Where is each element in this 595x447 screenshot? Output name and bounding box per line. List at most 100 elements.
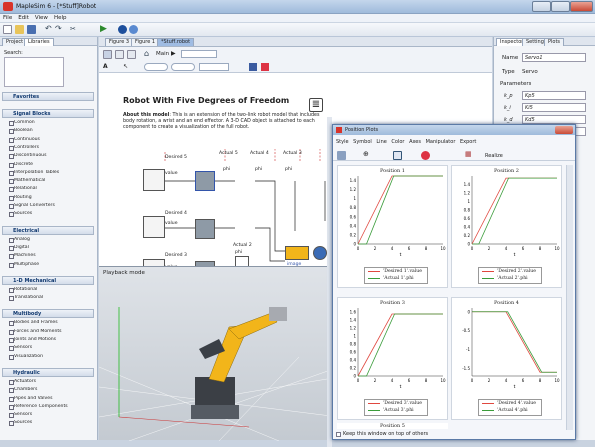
joint-block[interactable] (313, 246, 327, 260)
minimize-button[interactable] (532, 1, 551, 12)
tab-plots[interactable]: Plots (544, 38, 565, 46)
library-item[interactable]: Digital (9, 245, 93, 251)
library-item[interactable]: Bodies and Frames (9, 320, 93, 327)
plot-cell[interactable]: Position 2 0 0.2 0.4 0.6 0.8 1 1.2 1.4 0 2 4 6 8 10 t 'D… (451, 165, 562, 288)
name-field[interactable]: Servo1 (522, 53, 586, 62)
doc-menu-icon[interactable]: ≣ (309, 98, 323, 112)
plot-cell[interactable]: Position 3 0 0.2 0.4 0.6 0.8 1 1.2 1.4 1.6 0 2 4 6 8 10… (337, 297, 448, 420)
plot-menu-export[interactable]: Export (460, 139, 476, 145)
library-group-header[interactable]: Favorites (2, 92, 94, 101)
library-item[interactable]: Joints and Motions (9, 337, 93, 343)
open-icon[interactable] (15, 25, 24, 34)
library-group-header[interactable]: Multibody (2, 309, 94, 319)
plot-scrollbar[interactable] (566, 165, 573, 430)
zoom-dropdown[interactable] (181, 50, 217, 58)
plot-menu-line[interactable]: Line (376, 139, 386, 145)
library-item[interactable]: Sensors (9, 412, 93, 419)
home-icon[interactable]: ⌂ (144, 50, 153, 59)
arrow-dropdown[interactable] (199, 63, 229, 71)
plot-pan-icon[interactable] (393, 151, 402, 160)
plot-menu-style[interactable]: Style (336, 139, 349, 145)
library-item[interactable]: Discrete (9, 162, 93, 168)
plot-cell[interactable]: Position 1 0 0.2 0.4 0.6 0.8 1 1.2 1.4 0 2 4 6 8 10 t 'D… (337, 165, 448, 288)
param-field[interactable]: Kp5 (522, 91, 586, 100)
library-item[interactable]: Common (9, 120, 93, 126)
cad-link-block[interactable] (285, 246, 309, 260)
library-group-header[interactable]: Signal Blocks (2, 109, 94, 118)
library-item[interactable]: Rotational (9, 287, 93, 293)
library-item[interactable]: Sensors (9, 345, 93, 352)
library-item[interactable]: Relational (9, 186, 93, 193)
save-icon[interactable] (27, 25, 36, 34)
library-item[interactable]: Reference Components (9, 404, 93, 410)
options-icon[interactable] (129, 25, 138, 34)
fill-icon[interactable] (261, 63, 269, 71)
tab-figure-3[interactable]: Figure 3 (105, 38, 134, 46)
library-item[interactable]: Visualization (9, 354, 93, 360)
library-item[interactable]: Forces and Moments (9, 329, 93, 335)
library-item[interactable]: Signal Converters (9, 203, 93, 209)
library-item[interactable]: Mathematical (9, 178, 93, 185)
menu-view[interactable]: View (32, 14, 51, 22)
library-item[interactable]: Multiphase (9, 262, 93, 268)
menu-edit[interactable]: Edit (15, 14, 32, 22)
library-item[interactable]: Continuous (9, 137, 93, 143)
undo-icon[interactable]: ↶ (45, 25, 54, 34)
servo-5-block[interactable] (195, 171, 215, 191)
plot-zoom-icon[interactable]: ⊕ (363, 151, 372, 160)
plot-close-button[interactable] (555, 126, 573, 134)
menu-help[interactable]: Help (51, 14, 70, 22)
run-icon[interactable]: ▶ (100, 25, 109, 34)
library-group-header[interactable]: 1-D Mechanical (2, 275, 94, 285)
record-icon[interactable] (118, 25, 127, 34)
plot-menu-manipulator[interactable]: Manipulator (426, 139, 456, 145)
library-item[interactable]: Machines (9, 253, 93, 260)
param-field[interactable]: Ki5 (522, 103, 586, 112)
color-icon[interactable] (249, 63, 257, 71)
plot-print-icon[interactable] (337, 151, 346, 160)
tab-libraries[interactable]: Libraries (24, 38, 54, 46)
line-style-dropdown[interactable] (144, 63, 168, 71)
view-icon[interactable] (103, 50, 112, 59)
library-group-header[interactable]: Hydraulic (2, 367, 94, 377)
library-item[interactable]: Sources (9, 420, 93, 427)
library-item[interactable]: Boolean (9, 128, 93, 135)
grid-icon[interactable] (115, 50, 124, 59)
library-item[interactable]: Pipes and Valves (9, 396, 93, 402)
library-item[interactable]: Actuators (9, 379, 93, 385)
library-item[interactable]: Discontinuous (9, 153, 93, 160)
line-width-dropdown[interactable] (171, 63, 195, 71)
library-item[interactable]: Chambers (9, 387, 93, 394)
cut-icon[interactable]: ✂ (70, 25, 79, 34)
maximize-button[interactable] (551, 1, 570, 12)
new-icon[interactable] (3, 25, 12, 34)
servo-4-block[interactable] (195, 219, 215, 239)
tab-stuff-robot[interactable]: *Stuff.robot (157, 38, 195, 46)
param-field[interactable]: Kd5 (522, 115, 586, 124)
close-button[interactable] (570, 1, 593, 12)
menu-file[interactable]: File (0, 14, 15, 22)
library-item[interactable]: Translational (9, 295, 93, 302)
plot-cell[interactable]: Position 4 0 -0.5 -1 -1.5 0 2 4 6 8 10 t 'Desired 4'… (451, 297, 562, 420)
library-item[interactable]: Sources (9, 211, 93, 218)
library-item[interactable]: Analog (9, 237, 93, 243)
plot-menu-color[interactable]: Color (391, 139, 404, 145)
parameters-header[interactable]: Parameters (500, 81, 531, 87)
plot-grid-icon[interactable]: ▦ (465, 151, 474, 160)
tab-figure-1[interactable]: Figure 1 (131, 38, 160, 46)
library-item[interactable]: Controllers (9, 145, 93, 151)
pointer-icon[interactable]: ↖ (123, 63, 128, 70)
plot-menu-axes[interactable]: Axes (409, 139, 421, 145)
search-input[interactable] (4, 57, 64, 87)
desired-5-block[interactable] (143, 169, 165, 191)
main-breadcrumb[interactable]: Main (156, 51, 169, 57)
library-group-header[interactable]: Electrical (2, 225, 94, 235)
nav-arrow-icon[interactable]: ▶ (171, 50, 176, 57)
realize-button[interactable]: Realize (485, 153, 503, 159)
desired-4-block[interactable] (143, 216, 165, 238)
plot-menu-symbol[interactable]: Symbol (353, 139, 372, 145)
library-item[interactable]: Routing (9, 195, 93, 201)
layout-icon[interactable] (127, 50, 136, 59)
text-tool-icon[interactable]: A (103, 63, 108, 70)
library-item[interactable]: Interpolation Tables (9, 170, 93, 176)
